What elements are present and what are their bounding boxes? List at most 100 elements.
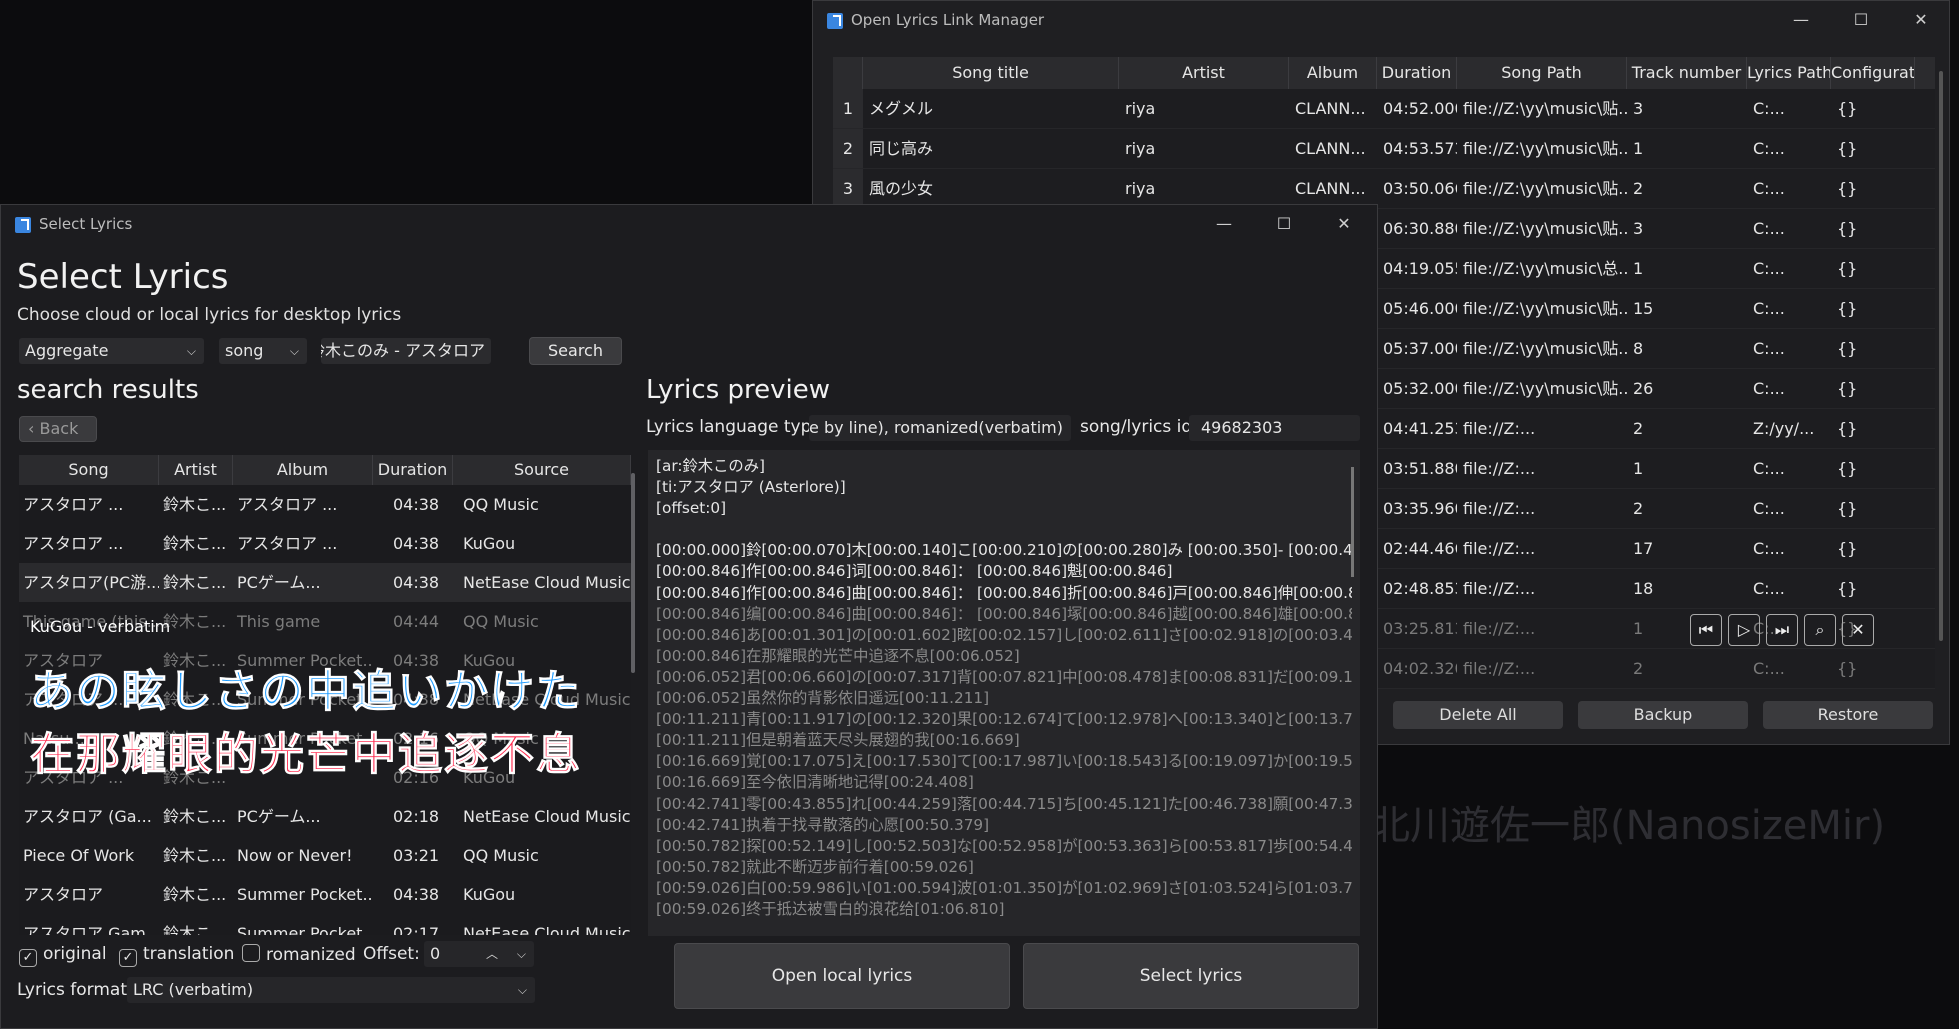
table-cell: {} [1837, 579, 1858, 598]
desktop-lyrics-line-translation[interactable]: 在那耀眼的光芒中追逐不息 [30, 718, 582, 782]
table-row[interactable]: 2 同じ高み riya CLANN... 04:53.573 file://Z:\yy\m… [833, 129, 1935, 169]
table-cell: アスタロア ... [23, 495, 124, 514]
column-header[interactable]: Song title [863, 57, 1119, 89]
table-cell: アスタロア(PC游... [23, 573, 159, 592]
page-subtitle: Choose cloud or local lyrics for desktop… [17, 305, 402, 325]
preview-line [656, 519, 1352, 540]
table-cell: file://Z:... [1463, 579, 1536, 598]
maximize-icon[interactable]: ☐ [1843, 7, 1879, 33]
column-header[interactable]: Album [1289, 57, 1377, 89]
song-id-value: 49682303 [1201, 418, 1283, 437]
table-row[interactable]: 3 風の少女 riya CLANN... 03:50.066 file://Z:\yy\m… [833, 169, 1935, 209]
column-header[interactable]: Source [453, 455, 631, 485]
table-row[interactable]: 1 メグメル riya CLANN... 04:52.000 file://Z:\yy\m… [833, 89, 1935, 129]
lyrics-format-select[interactable]: LRC (verbatim) ⌵ [127, 977, 535, 1003]
table-cell: NetEase Cloud Music [463, 924, 631, 935]
search-input[interactable]: 鈴木このみ - アスタロア [321, 338, 491, 364]
list-item[interactable]: アスタロア (Ga... 鈴木こ... PCゲーム... 02:18 NetEase C… [19, 797, 631, 836]
table-cell: KuGou [463, 885, 516, 904]
delete-all-button[interactable]: Delete All [1393, 701, 1563, 729]
list-item[interactable]: アスタロア ... 鈴木こ... アスタロア ... 04:38 QQ Music [19, 485, 631, 524]
lyrics-language-field[interactable]: ne by line), romanized(verbatim) [809, 415, 1071, 441]
results-scrollbar[interactable] [631, 473, 635, 673]
manager-titlebar: Open Lyrics Link Manager — ☐ ✕ [813, 1, 1949, 39]
column-header[interactable]: Artist [159, 455, 233, 485]
table-cell: C:... [1753, 459, 1785, 478]
table-cell: C:... [1753, 579, 1785, 598]
song-id-field[interactable]: 49682303 [1189, 415, 1360, 441]
column-header[interactable]: Album [233, 455, 373, 485]
table-cell: 2 [1633, 499, 1644, 518]
previous-icon[interactable]: ⏮ [1690, 614, 1722, 646]
table-cell: file://Z:\yy\music\贴... [1463, 219, 1627, 238]
open-local-lyrics-button[interactable]: Open local lyrics [674, 943, 1010, 1009]
backup-button[interactable]: Backup [1578, 701, 1748, 729]
table-cell: 26 [1633, 379, 1654, 398]
column-header[interactable]: Configuration [1831, 57, 1915, 89]
table-cell: 鈴木こ... [163, 534, 227, 553]
minimize-icon[interactable]: — [1783, 7, 1819, 33]
manager-scrollbar[interactable] [1939, 71, 1943, 641]
header-corner [833, 57, 863, 89]
column-header[interactable]: Track number [1627, 57, 1747, 89]
back-button[interactable]: ‹ Back [19, 416, 97, 442]
list-item[interactable]: アスタロア ... 鈴木こ... アスタロア ... 04:38 KuGou [19, 524, 631, 563]
list-item[interactable]: アスタロア(PC游... 鈴木こ... PCゲーム... 04:38 NetEase C… [19, 563, 631, 602]
table-cell: 1 [1633, 259, 1644, 278]
song-id-label: song/lyrics id [1080, 417, 1193, 437]
list-item[interactable]: アスタロア Gam... 鈴木こ... Summer Pocket... 02:17 N… [19, 914, 631, 935]
offset-label: Offset: [363, 944, 420, 964]
search-icon[interactable]: ⌕ [1804, 614, 1836, 646]
preview-line: [00:59.026]终于抵达被雪白的浪花给[01:06.810] [656, 899, 1005, 918]
original-checkbox[interactable]: ✓ original [19, 944, 107, 967]
preview-scrollbar[interactable] [1351, 467, 1354, 577]
table-cell: アスタロア (Ga... [23, 807, 152, 826]
table-cell: 1 [1633, 139, 1644, 158]
desktop-lyrics-line-original[interactable]: あの眩しさの中追いかけた [30, 655, 582, 719]
select-lyrics-window: Select Lyrics — ☐ ✕ Select Lyrics Choose… [0, 204, 1378, 1029]
restore-button[interactable]: Restore [1763, 701, 1933, 729]
table-cell: 04:38 [393, 885, 440, 904]
lyrics-preview-text[interactable]: [ar:鈴木このみ] [ti:アスタロア (Asterlore)] [offset:… [648, 450, 1360, 936]
chevron-up-icon[interactable]: ︿ [486, 941, 498, 967]
column-header[interactable]: Duration [1377, 57, 1457, 89]
translation-checkbox[interactable]: ✓ translation [119, 944, 234, 967]
column-header[interactable]: Artist [1119, 57, 1289, 89]
column-header[interactable]: Duration [373, 455, 453, 485]
minimize-icon[interactable]: — [1206, 211, 1242, 237]
table-cell: 2 [1633, 179, 1644, 198]
play-icon[interactable]: ▷ [1728, 614, 1760, 646]
search-button[interactable]: Search [529, 337, 622, 365]
offset-value: 0 [430, 944, 441, 963]
close-icon[interactable]: ✕ [1903, 7, 1939, 33]
table-cell: 04:41.253 [1383, 419, 1457, 438]
table-cell: 03:21 [393, 846, 440, 865]
close-icon[interactable]: ✕ [1326, 211, 1362, 237]
next-icon[interactable]: ⏭ [1766, 614, 1798, 646]
lyrics-format-value: LRC (verbatim) [133, 980, 254, 999]
column-header[interactable]: Lyrics Path [1747, 57, 1831, 89]
close-icon[interactable]: ✕ [1842, 614, 1874, 646]
table-cell: 鈴木こ... [163, 924, 227, 935]
table-cell: C:... [1753, 379, 1785, 398]
table-cell: 17 [1633, 539, 1654, 558]
table-cell: This game [237, 612, 321, 631]
preview-line: [00:06.052]虽然你的背影依旧遥远[00:11.211] [656, 689, 990, 708]
column-header[interactable]: Song Path [1457, 57, 1627, 89]
table-cell: C:... [1753, 219, 1785, 238]
column-header[interactable]: Song [19, 455, 159, 485]
offset-spinbox[interactable]: 0 ︿ ⌵ [424, 941, 534, 967]
list-item[interactable]: アスタロア 鈴木こ... Summer Pocket... 04:38 KuGou [19, 875, 631, 914]
type-select[interactable]: song ⌵ [219, 338, 307, 364]
romanized-checkbox[interactable]: romanized [242, 944, 356, 965]
table-cell: C:... [1753, 179, 1785, 198]
table-cell: C:... [1753, 99, 1785, 118]
desktop-lyrics-controls: ⏮ ▷ ⏭ ⌕ ✕ [1690, 614, 1874, 650]
select-lyrics-button[interactable]: Select lyrics [1023, 943, 1359, 1009]
type-select-value: song [225, 341, 264, 360]
list-item[interactable]: Piece Of Work 鈴木こ... Now or Never! 03:21 QQ … [19, 836, 631, 875]
maximize-icon[interactable]: ☐ [1266, 211, 1302, 237]
table-cell: 鈴木こ... [163, 573, 227, 592]
chevron-down-icon[interactable]: ⌵ [517, 941, 526, 967]
source-select[interactable]: Aggregate ⌵ [19, 338, 204, 364]
